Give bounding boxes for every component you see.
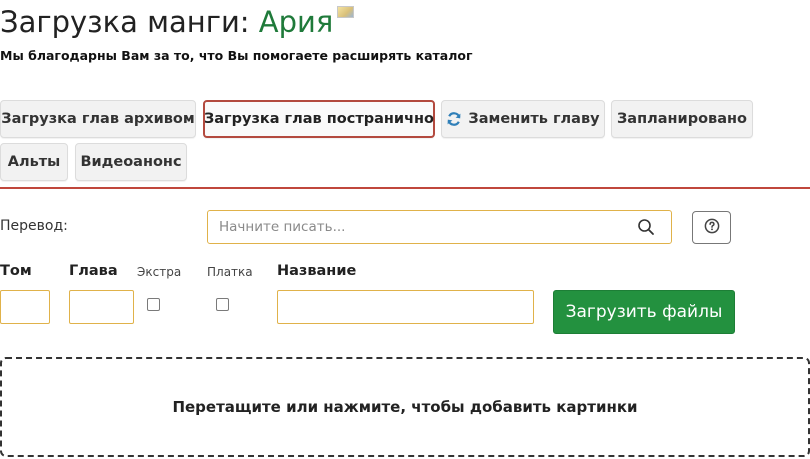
page-title-prefix: Загрузка манги:: [0, 5, 259, 39]
tab-video-preview-label: Видеоанонс: [80, 154, 182, 170]
chapter-name-input[interactable]: [277, 290, 534, 324]
dropzone-text: Перетащите или нажмите, чтобы добавить к…: [172, 398, 638, 416]
tab-video-preview[interactable]: Видеоанонс: [75, 143, 187, 181]
chapter-name-label: Название: [277, 263, 357, 279]
extra-label: Экстра: [137, 265, 182, 279]
tab-upload-archive[interactable]: Загрузка глав архивом: [0, 100, 196, 138]
tab-replace-chapter-label: Заменить главу: [468, 111, 600, 127]
upload-files-button[interactable]: Загрузить файлы: [553, 290, 735, 334]
question-circle-icon: [704, 218, 720, 237]
translation-search-input[interactable]: [208, 211, 628, 243]
translation-label: Перевод:: [0, 218, 68, 234]
extra-checkbox[interactable]: [147, 298, 160, 311]
paid-checkbox[interactable]: [216, 298, 229, 311]
tab-alts-label: Альты: [7, 154, 61, 170]
tab-upload-pages[interactable]: Загрузка глав постранично: [203, 100, 435, 138]
chapter-input[interactable]: [69, 290, 134, 324]
tab-upload-archive-label: Загрузка глав архивом: [1, 111, 195, 127]
refresh-icon: [446, 111, 462, 127]
tab-alts[interactable]: Альты: [0, 143, 68, 181]
manga-name-link[interactable]: Ария: [259, 5, 334, 39]
help-button[interactable]: [692, 211, 731, 244]
manga-cover-thumbnail: [337, 6, 355, 18]
tab-scheduled-label: Запланировано: [617, 111, 747, 127]
image-dropzone[interactable]: Перетащите или нажмите, чтобы добавить к…: [0, 357, 810, 457]
tab-replace-chapter[interactable]: Заменить главу: [441, 100, 605, 138]
section-divider: [0, 187, 810, 189]
chapter-label: Глава: [69, 263, 118, 279]
upload-files-button-label: Загрузить файлы: [565, 302, 723, 322]
volume-input[interactable]: [0, 290, 50, 324]
search-icon[interactable]: [637, 218, 655, 240]
page-title: Загрузка манги: Ария: [0, 2, 355, 42]
tab-scheduled[interactable]: Запланировано: [611, 100, 753, 138]
paid-label: Платка: [207, 265, 253, 279]
page-subtitle: Мы благодарны Вам за то, что Вы помогает…: [0, 48, 473, 63]
volume-label: Том: [0, 263, 32, 279]
tab-upload-pages-label: Загрузка глав постранично: [203, 111, 435, 127]
translation-search-box: [207, 210, 672, 244]
